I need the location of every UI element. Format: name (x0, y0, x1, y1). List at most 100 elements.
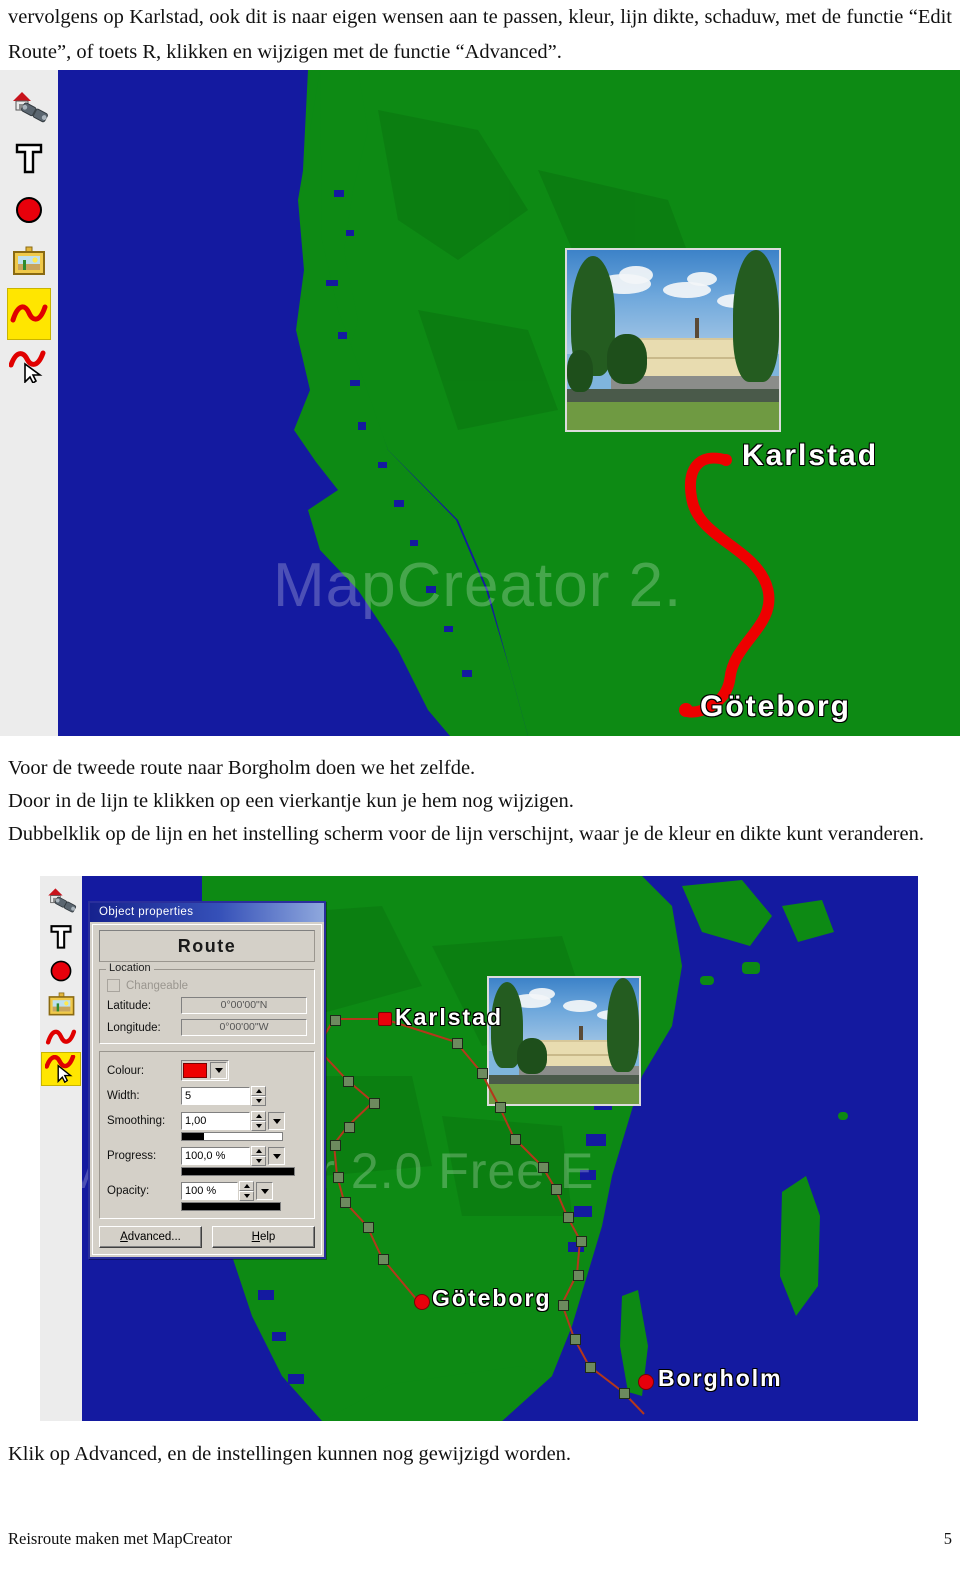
smoothing-row[interactable]: Smoothing: 1,00 (107, 1111, 307, 1141)
picture-frame-icon (13, 246, 45, 275)
progress-value[interactable]: 100,0 % (181, 1147, 250, 1165)
spin-down-icon[interactable] (251, 1096, 266, 1106)
edit-route-icon (44, 1055, 75, 1083)
route-node[interactable] (570, 1334, 581, 1345)
route-node[interactable] (477, 1068, 488, 1079)
route-node[interactable] (563, 1212, 574, 1223)
progress-stepper[interactable]: 100,0 % (181, 1146, 285, 1166)
route-node[interactable] (363, 1222, 374, 1233)
smoothing-dropdown-icon[interactable] (268, 1112, 285, 1130)
route-node[interactable] (369, 1098, 380, 1109)
smoothing-stepper[interactable]: 1,00 (181, 1111, 285, 1131)
progress-slider[interactable] (181, 1167, 295, 1176)
spin-up-icon[interactable] (251, 1146, 266, 1156)
progress-row[interactable]: Progress: 100,0 % (107, 1146, 307, 1176)
route-node[interactable] (573, 1270, 584, 1281)
spin-up-icon[interactable] (239, 1181, 254, 1191)
width-value[interactable]: 5 (181, 1087, 250, 1105)
footer-page-number: 5 (943, 1529, 952, 1548)
toolbar-item-edit-route[interactable] (7, 340, 51, 392)
opacity-slider[interactable] (181, 1202, 281, 1211)
smoothing-slider[interactable] (181, 1132, 283, 1141)
opacity-value[interactable]: 100 % (181, 1182, 238, 1200)
route-node[interactable] (538, 1162, 549, 1173)
help-button[interactable]: Help (212, 1226, 315, 1248)
toolbar-item-locate[interactable] (7, 80, 51, 132)
city-dot-borgholm[interactable] (638, 1374, 654, 1390)
colour-label: Colour: (107, 1064, 145, 1077)
route-node[interactable] (585, 1362, 596, 1373)
route-node[interactable] (551, 1184, 562, 1195)
advanced-button[interactable]: Advanced... (99, 1226, 202, 1248)
top-toolbar[interactable] (0, 70, 58, 736)
route-node[interactable] (378, 1254, 389, 1265)
opacity-row[interactable]: Opacity: 100 % (107, 1181, 307, 1211)
toolbar-item-edit-route[interactable] (41, 1052, 81, 1086)
route-node[interactable] (619, 1388, 630, 1399)
spin-down-icon[interactable] (239, 1191, 254, 1201)
colour-picker[interactable] (181, 1060, 229, 1081)
width-spin-buttons[interactable] (251, 1086, 266, 1106)
map-label-karlstad: Karlstad (395, 1004, 504, 1030)
spin-down-icon[interactable] (251, 1156, 266, 1166)
changeable-label: Changeable (126, 979, 189, 992)
route-line-icon (10, 304, 48, 323)
route-node[interactable] (340, 1197, 351, 1208)
toolbar-item-locate[interactable] (41, 880, 81, 918)
toolbar-item-text[interactable] (41, 918, 81, 954)
toolbar-item-marker[interactable] (7, 184, 51, 236)
route-polyline-top[interactable] (58, 70, 960, 736)
spin-up-icon[interactable] (251, 1111, 266, 1121)
chevron-down-icon[interactable] (210, 1062, 227, 1079)
spin-up-icon[interactable] (251, 1086, 266, 1096)
route-node[interactable] (330, 1015, 341, 1026)
spin-down-icon[interactable] (251, 1121, 266, 1131)
longitude-row[interactable]: Longitude: 0°00'00"W (107, 1019, 307, 1036)
route-node[interactable] (510, 1134, 521, 1145)
route-node[interactable] (333, 1172, 344, 1183)
route-node[interactable] (330, 1140, 341, 1151)
city-dot-karlstad[interactable] (378, 1012, 392, 1026)
opacity-dropdown-icon[interactable] (256, 1182, 273, 1200)
city-dot-goteborg[interactable] (414, 1294, 430, 1310)
route-node[interactable] (344, 1122, 355, 1133)
top-map-canvas[interactable]: MapCreator 2. Karlstad Göteborg (58, 70, 960, 736)
location-group: Location Changeable Latitude: 0°00'00"N … (99, 962, 315, 1044)
route-node[interactable] (576, 1236, 587, 1247)
bottom-toolbar[interactable] (40, 876, 82, 1421)
toolbar-item-text[interactable] (7, 132, 51, 184)
progress-slider-fill (182, 1168, 294, 1175)
longitude-field[interactable]: 0°00'00"W (181, 1019, 307, 1036)
colour-row[interactable]: Colour: (107, 1060, 307, 1081)
progress-spin-buttons[interactable] (251, 1146, 266, 1166)
width-stepper[interactable]: 5 (181, 1086, 266, 1106)
opacity-spin-buttons[interactable] (239, 1181, 254, 1201)
colour-swatch[interactable] (183, 1063, 207, 1078)
route-node[interactable] (495, 1102, 506, 1113)
page-footer: Reisroute maken met MapCreator 5 (8, 1529, 952, 1549)
toolbar-item-marker[interactable] (41, 954, 81, 988)
map-label-goteborg: Göteborg (700, 690, 851, 723)
house-binoculars-icon (13, 92, 48, 123)
route-node[interactable] (452, 1038, 463, 1049)
smoothing-label: Smoothing: (107, 1115, 166, 1127)
text-tool-icon (50, 924, 72, 949)
progress-dropdown-icon[interactable] (268, 1147, 285, 1165)
latitude-row[interactable]: Latitude: 0°00'00"N (107, 997, 307, 1014)
route-node[interactable] (343, 1076, 354, 1087)
paragraph-second-route: Voor de tweede route naar Borgholm doen … (8, 757, 476, 779)
object-properties-dialog[interactable]: Object properties Route Location Changea… (88, 901, 326, 1259)
changeable-row[interactable]: Changeable (107, 979, 307, 992)
smoothing-spin-buttons[interactable] (251, 1111, 266, 1131)
width-row[interactable]: Width: 5 (107, 1086, 307, 1106)
toolbar-item-route[interactable] (41, 1022, 81, 1052)
route-node[interactable] (558, 1300, 569, 1311)
map-label-borgholm: Borgholm (658, 1365, 783, 1391)
smoothing-value[interactable]: 1,00 (181, 1112, 250, 1130)
toolbar-item-picture[interactable] (41, 988, 81, 1022)
changeable-checkbox[interactable] (107, 979, 120, 992)
latitude-field[interactable]: 0°00'00"N (181, 997, 307, 1014)
toolbar-item-route[interactable] (7, 288, 51, 340)
toolbar-item-picture[interactable] (7, 236, 51, 288)
opacity-stepper[interactable]: 100 % (181, 1181, 273, 1201)
